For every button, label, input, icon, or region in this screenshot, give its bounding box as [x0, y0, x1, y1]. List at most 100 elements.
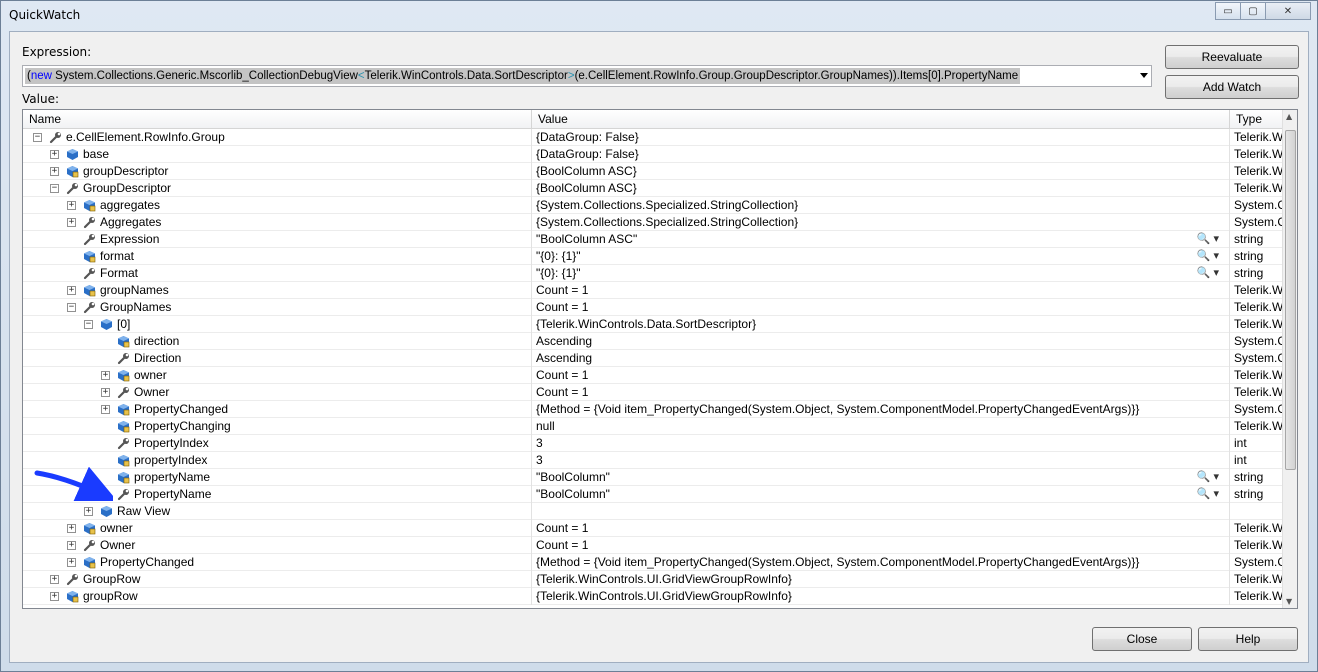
value-cell[interactable]: 3 [532, 452, 1230, 469]
table-row[interactable]: − e.CellElement.RowInfo.Group {DataGroup: … [23, 129, 1283, 146]
scroll-up-icon[interactable]: ▲ [1286, 112, 1292, 121]
close-window-button[interactable]: ✕ [1265, 2, 1311, 20]
value-cell[interactable]: {Telerik.WinControls.UI.GridViewGroupRow… [532, 588, 1230, 605]
help-button[interactable]: Help [1198, 627, 1298, 651]
column-header-value[interactable]: Value [532, 110, 1230, 129]
value-cell[interactable]: Count = 1 [532, 520, 1230, 537]
table-row[interactable]: − GroupNames Count = 1 Telerik.W [23, 299, 1283, 316]
table-row[interactable]: direction Ascending System.C [23, 333, 1283, 350]
value-cell[interactable]: Count = 1 [532, 537, 1230, 554]
table-row[interactable]: + Owner Count = 1 Telerik.W [23, 384, 1283, 401]
value-cell[interactable]: Count = 1 [532, 282, 1230, 299]
collapse-icon[interactable]: − [33, 133, 42, 142]
collapse-icon[interactable]: − [50, 184, 59, 193]
expand-icon[interactable]: + [50, 592, 59, 601]
expand-icon[interactable]: + [67, 558, 76, 567]
chevron-down-icon[interactable] [1140, 73, 1148, 78]
value-cell[interactable]: "{0}: {1}" 🔍 ▾ [532, 248, 1230, 265]
table-row[interactable]: + groupDescriptor {BoolColumn ASC} Telerik.… [23, 163, 1283, 180]
collapse-icon[interactable]: − [84, 320, 93, 329]
expand-icon[interactable]: + [67, 524, 76, 533]
expand-icon[interactable]: + [101, 388, 110, 397]
collapse-icon[interactable]: − [67, 303, 76, 312]
table-row[interactable]: + PropertyChanged {Method = {Void item_Pro… [23, 554, 1283, 571]
value-cell[interactable]: null [532, 418, 1230, 435]
expand-icon[interactable]: + [101, 405, 110, 414]
value-cell[interactable]: {System.Collections.Specialized.StringCo… [532, 197, 1230, 214]
reevaluate-button[interactable]: Reevaluate [1165, 45, 1299, 69]
table-row[interactable]: + base {DataGroup: False} Telerik.W [23, 146, 1283, 163]
expression-text[interactable]: (new System.Collections.Generic.Mscorlib… [25, 68, 1021, 84]
expand-icon[interactable]: + [67, 286, 76, 295]
private-field-icon [117, 369, 130, 382]
magnifier-icon[interactable]: 🔍 ▾ [1197, 469, 1219, 485]
expand-icon[interactable]: + [50, 167, 59, 176]
close-button[interactable]: Close [1092, 627, 1192, 651]
value-cell[interactable]: {BoolColumn ASC} [532, 163, 1230, 180]
value-cell[interactable]: "BoolColumn ASC" 🔍 ▾ [532, 231, 1230, 248]
magnifier-icon[interactable]: 🔍 ▾ [1197, 486, 1219, 502]
table-row[interactable]: + Aggregates {System.Collections.Specializ… [23, 214, 1283, 231]
vertical-scrollbar[interactable]: ▲ ▼ [1282, 110, 1297, 608]
value-cell[interactable]: {BoolColumn ASC} [532, 180, 1230, 197]
value-cell[interactable]: {Method = {Void item_PropertyChanged(Sys… [532, 401, 1230, 418]
maximize-button[interactable]: ▢ [1240, 2, 1266, 20]
value-cell[interactable]: "BoolColumn" 🔍 ▾ [532, 469, 1230, 486]
table-row[interactable]: + groupNames Count = 1 Telerik.W [23, 282, 1283, 299]
value-cell[interactable]: 3 [532, 435, 1230, 452]
magnifier-icon[interactable]: 🔍 ▾ [1197, 231, 1219, 247]
minimize-button[interactable]: ▭ [1215, 2, 1241, 20]
table-row[interactable]: PropertyName "BoolColumn" 🔍 ▾ string [23, 486, 1283, 503]
table-row[interactable]: + groupRow {Telerik.WinControls.UI.GridVie… [23, 588, 1283, 605]
title-bar[interactable]: QuickWatch ▭ ▢ ✕ [1, 1, 1317, 31]
expand-icon[interactable]: + [50, 575, 59, 584]
table-row[interactable]: propertyIndex 3 int [23, 452, 1283, 469]
table-row[interactable]: + Owner Count = 1 Telerik.W [23, 537, 1283, 554]
value-cell[interactable]: Ascending [532, 333, 1230, 350]
value-cell[interactable]: {System.Collections.Specialized.StringCo… [532, 214, 1230, 231]
magnifier-icon[interactable]: 🔍 ▾ [1197, 265, 1219, 281]
value-cell[interactable]: Count = 1 [532, 367, 1230, 384]
expand-icon[interactable]: + [101, 371, 110, 380]
value-cell[interactable]: "BoolColumn" 🔍 ▾ [532, 486, 1230, 503]
expand-icon[interactable]: + [67, 541, 76, 550]
table-row[interactable]: − GroupDescriptor {BoolColumn ASC} Telerik.… [23, 180, 1283, 197]
table-row[interactable]: propertyName "BoolColumn" 🔍 ▾ string [23, 469, 1283, 486]
table-row[interactable]: PropertyChanging null Telerik.W [23, 418, 1283, 435]
table-row[interactable]: + Raw View [23, 503, 1283, 520]
table-row[interactable]: − [0] {Telerik.WinControls.Data.SortDescri… [23, 316, 1283, 333]
magnifier-icon[interactable]: 🔍 ▾ [1197, 248, 1219, 264]
expand-icon[interactable]: + [67, 218, 76, 227]
value-cell[interactable] [532, 503, 1230, 520]
table-row[interactable]: + GroupRow {Telerik.WinControls.UI.GridVie… [23, 571, 1283, 588]
table-row[interactable]: + owner Count = 1 Telerik.W [23, 367, 1283, 384]
value-cell[interactable]: {Telerik.WinControls.UI.GridViewGroupRow… [532, 571, 1230, 588]
value-cell[interactable]: {DataGroup: False} [532, 146, 1230, 163]
value-cell[interactable]: Count = 1 [532, 384, 1230, 401]
watch-grid[interactable]: Name Value Type − e.CellElement.RowInfo.G… [22, 109, 1298, 609]
value-cell[interactable]: "{0}: {1}" 🔍 ▾ [532, 265, 1230, 282]
expand-icon[interactable]: + [67, 201, 76, 210]
table-row[interactable]: PropertyIndex 3 int [23, 435, 1283, 452]
value-cell[interactable]: {Method = {Void item_PropertyChanged(Sys… [532, 554, 1230, 571]
value-cell[interactable]: {Telerik.WinControls.Data.SortDescriptor… [532, 316, 1230, 333]
table-row[interactable]: + aggregates {System.Collections.Specializ… [23, 197, 1283, 214]
column-header-type[interactable]: Type [1230, 110, 1283, 129]
table-row[interactable]: format "{0}: {1}" 🔍 ▾ string [23, 248, 1283, 265]
table-row[interactable]: Direction Ascending System.C [23, 350, 1283, 367]
column-header-name[interactable]: Name [23, 110, 532, 129]
value-cell[interactable]: Count = 1 [532, 299, 1230, 316]
value-cell[interactable]: {DataGroup: False} [532, 129, 1230, 146]
window-controls: ▭ ▢ ✕ [1215, 2, 1311, 20]
scroll-down-icon[interactable]: ▼ [1286, 597, 1292, 606]
scroll-thumb[interactable] [1285, 130, 1296, 470]
table-row[interactable]: + PropertyChanged {Method = {Void item_Pro… [23, 401, 1283, 418]
table-row[interactable]: Expression "BoolColumn ASC" 🔍 ▾ string [23, 231, 1283, 248]
expression-combobox[interactable]: (new System.Collections.Generic.Mscorlib… [22, 65, 1152, 87]
value-cell[interactable]: Ascending [532, 350, 1230, 367]
table-row[interactable]: + owner Count = 1 Telerik.W [23, 520, 1283, 537]
expand-icon[interactable]: + [84, 507, 93, 516]
add-watch-button[interactable]: Add Watch [1165, 75, 1299, 99]
table-row[interactable]: Format "{0}: {1}" 🔍 ▾ string [23, 265, 1283, 282]
expand-icon[interactable]: + [50, 150, 59, 159]
